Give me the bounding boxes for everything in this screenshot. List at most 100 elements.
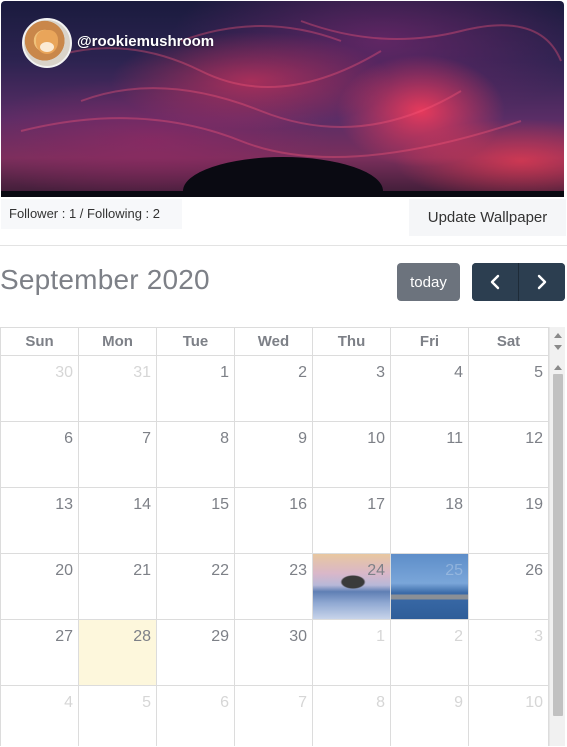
day-number: 30	[55, 364, 73, 381]
day-cell[interactable]: 1	[157, 356, 235, 421]
day-cell[interactable]: 29	[157, 620, 235, 685]
day-number: 4	[454, 364, 463, 381]
day-cell[interactable]: 7	[235, 686, 313, 746]
avatar[interactable]	[22, 18, 72, 68]
day-number: 12	[525, 430, 543, 447]
day-number: 15	[211, 496, 229, 513]
day-cell[interactable]: 9	[391, 686, 469, 746]
follow-stats: Follower : 1 / Following : 2	[1, 199, 182, 229]
day-cell[interactable]: 9	[235, 422, 313, 487]
next-month-button[interactable]	[518, 263, 565, 301]
weekday-wed: Wed	[235, 328, 313, 355]
day-cell[interactable]: 11	[391, 422, 469, 487]
day-cell[interactable]: 5	[79, 686, 157, 746]
weekday-fri: Fri	[391, 328, 469, 355]
day-number: 13	[55, 496, 73, 513]
day-cell[interactable]: 13	[0, 488, 79, 553]
day-number: 8	[376, 694, 385, 711]
day-cell[interactable]: 15	[157, 488, 235, 553]
day-cell[interactable]: 4	[391, 356, 469, 421]
today-button[interactable]: today	[397, 263, 460, 301]
day-number: 23	[289, 562, 307, 579]
day-number: 7	[298, 694, 307, 711]
week-row: 4 5 6 7 8 9 10	[0, 686, 549, 746]
day-number: 14	[133, 496, 151, 513]
chevron-left-icon	[490, 274, 500, 290]
scroll-thumb[interactable]	[553, 374, 563, 716]
username[interactable]: @rookiemushroom	[77, 33, 214, 50]
day-cell[interactable]: 8	[313, 686, 391, 746]
prev-month-button[interactable]	[472, 263, 518, 301]
day-number: 10	[367, 430, 385, 447]
week-row: 27 28 29 30 1 2 3	[0, 620, 549, 686]
day-cell-with-photo[interactable]: 25	[391, 554, 469, 619]
scroll-up-arrow-icon[interactable]	[554, 365, 562, 370]
day-number: 8	[220, 430, 229, 447]
day-cell[interactable]: 10	[469, 686, 549, 746]
day-number: 3	[376, 364, 385, 381]
day-cell[interactable]: 26	[469, 554, 549, 619]
day-number: 9	[454, 694, 463, 711]
day-cell[interactable]: 21	[79, 554, 157, 619]
day-cell[interactable]: 1	[313, 620, 391, 685]
week-row: 6 7 8 9 10 11 12	[0, 422, 549, 488]
day-cell[interactable]: 17	[313, 488, 391, 553]
scroll-up-arrow-icon[interactable]	[554, 333, 562, 338]
day-cell[interactable]: 23	[235, 554, 313, 619]
day-cell[interactable]: 30	[235, 620, 313, 685]
day-cell[interactable]: 2	[235, 356, 313, 421]
day-number: 26	[525, 562, 543, 579]
day-number: 18	[445, 496, 463, 513]
weekday-sun: Sun	[0, 328, 79, 355]
day-cell[interactable]: 4	[0, 686, 79, 746]
day-cell[interactable]: 30	[0, 356, 79, 421]
day-number: 7	[142, 430, 151, 447]
divider	[0, 245, 567, 246]
weekday-header: Sun Mon Tue Wed Thu Fri Sat	[0, 328, 549, 356]
day-cell[interactable]: 3	[313, 356, 391, 421]
day-cell[interactable]: 7	[79, 422, 157, 487]
day-cell[interactable]: 10	[313, 422, 391, 487]
day-cell[interactable]: 20	[0, 554, 79, 619]
day-number: 31	[133, 364, 151, 381]
profile-wallpaper: @rookiemushroom	[1, 1, 564, 197]
day-cell[interactable]: 2	[391, 620, 469, 685]
day-number: 29	[211, 628, 229, 645]
day-cell[interactable]: 12	[469, 422, 549, 487]
day-cell[interactable]: 27	[0, 620, 79, 685]
month-nav	[472, 263, 565, 301]
day-cell[interactable]: 19	[469, 488, 549, 553]
day-cell[interactable]: 31	[79, 356, 157, 421]
day-number: 10	[525, 694, 543, 711]
day-cell[interactable]: 22	[157, 554, 235, 619]
day-cell[interactable]: 5	[469, 356, 549, 421]
day-number: 2	[454, 628, 463, 645]
day-cell[interactable]: 6	[157, 686, 235, 746]
scroll-down-arrow-icon[interactable]	[554, 345, 562, 350]
day-number: 3	[534, 628, 543, 645]
month-grid: Sun Mon Tue Wed Thu Fri Sat 30 31 1 2 3 …	[0, 327, 549, 746]
day-number: 25	[445, 562, 463, 579]
wallpaper-image	[1, 20, 564, 197]
day-cell[interactable]: 16	[235, 488, 313, 553]
day-cell-with-photo[interactable]: 24	[313, 554, 391, 619]
day-cell[interactable]: 8	[157, 422, 235, 487]
weekday-mon: Mon	[79, 328, 157, 355]
week-row: 30 31 1 2 3 4 5	[0, 356, 549, 422]
calendar-scrollbar[interactable]	[549, 327, 565, 746]
day-cell[interactable]: 6	[0, 422, 79, 487]
update-wallpaper-button[interactable]: Update Wallpaper	[409, 199, 566, 236]
day-number: 5	[534, 364, 543, 381]
day-number: 22	[211, 562, 229, 579]
weekday-thu: Thu	[313, 328, 391, 355]
day-cell[interactable]: 18	[391, 488, 469, 553]
day-cell[interactable]: 14	[79, 488, 157, 553]
day-number: 2	[298, 364, 307, 381]
day-number: 1	[220, 364, 229, 381]
day-cell[interactable]: 3	[469, 620, 549, 685]
week-row: 20 21 22 23 24 25 26	[0, 554, 549, 620]
day-number: 24	[367, 562, 385, 579]
today-cell[interactable]: 28	[79, 620, 157, 685]
day-number: 19	[525, 496, 543, 513]
day-number: 4	[64, 694, 73, 711]
